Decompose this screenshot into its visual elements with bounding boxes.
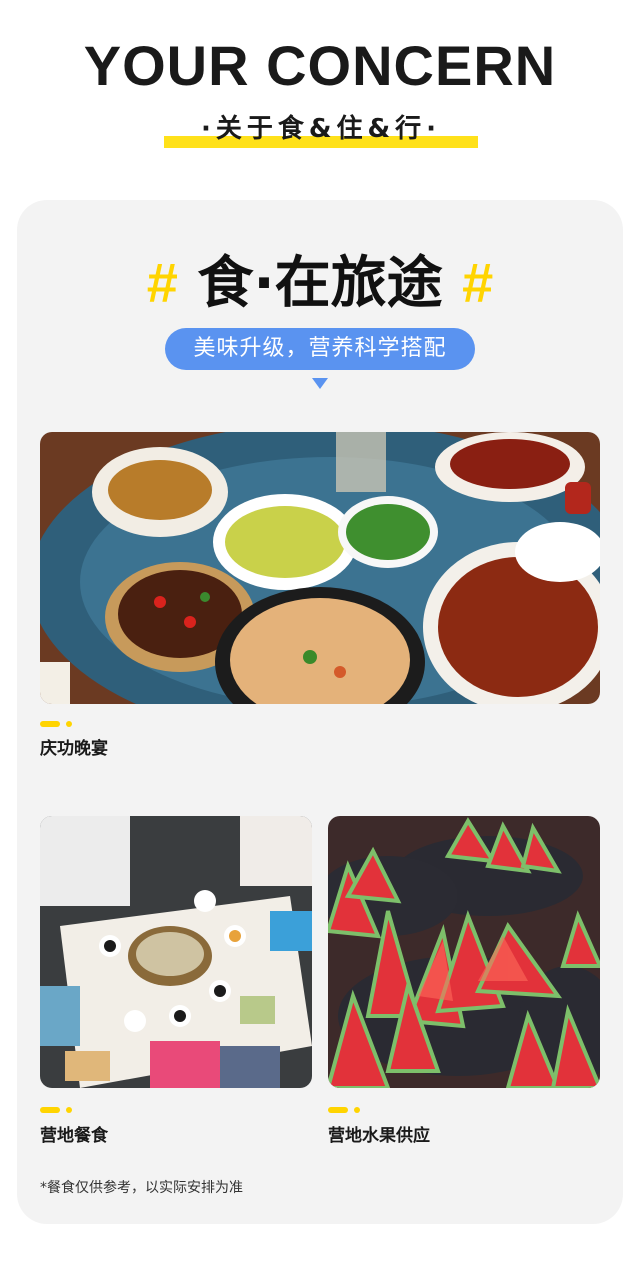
page-subtitle: ·关于食&住&行· bbox=[200, 114, 442, 144]
hash-right: # bbox=[462, 251, 494, 314]
caption-dots-icon bbox=[40, 1107, 80, 1113]
caption-dots-icon bbox=[328, 1107, 368, 1113]
photo-caption-camp-meal: 营地餐食 bbox=[40, 1126, 108, 1146]
caption-dots-icon bbox=[40, 721, 80, 727]
subtitle-block: ·关于食&住&行· bbox=[164, 110, 478, 148]
section-title-text: 食·在旅途 bbox=[197, 251, 443, 316]
section-tagline-pill: 美味升级，营养科学搭配 bbox=[165, 328, 475, 370]
section-title: # 食·在旅途 # bbox=[0, 248, 640, 319]
camp-meal-photo bbox=[40, 816, 312, 1088]
page-title: YOUR CONCERN bbox=[83, 34, 557, 97]
footnote: *餐食仅供参考，以实际安排为准 bbox=[40, 1180, 243, 1196]
hash-left: # bbox=[146, 251, 178, 314]
photo-caption-watermelon: 营地水果供应 bbox=[328, 1126, 430, 1146]
photo-caption-banquet: 庆功晚宴 bbox=[40, 739, 108, 759]
pill-arrow-icon bbox=[312, 378, 328, 389]
banquet-table-photo bbox=[40, 432, 600, 704]
watermelon-photo bbox=[328, 816, 600, 1088]
